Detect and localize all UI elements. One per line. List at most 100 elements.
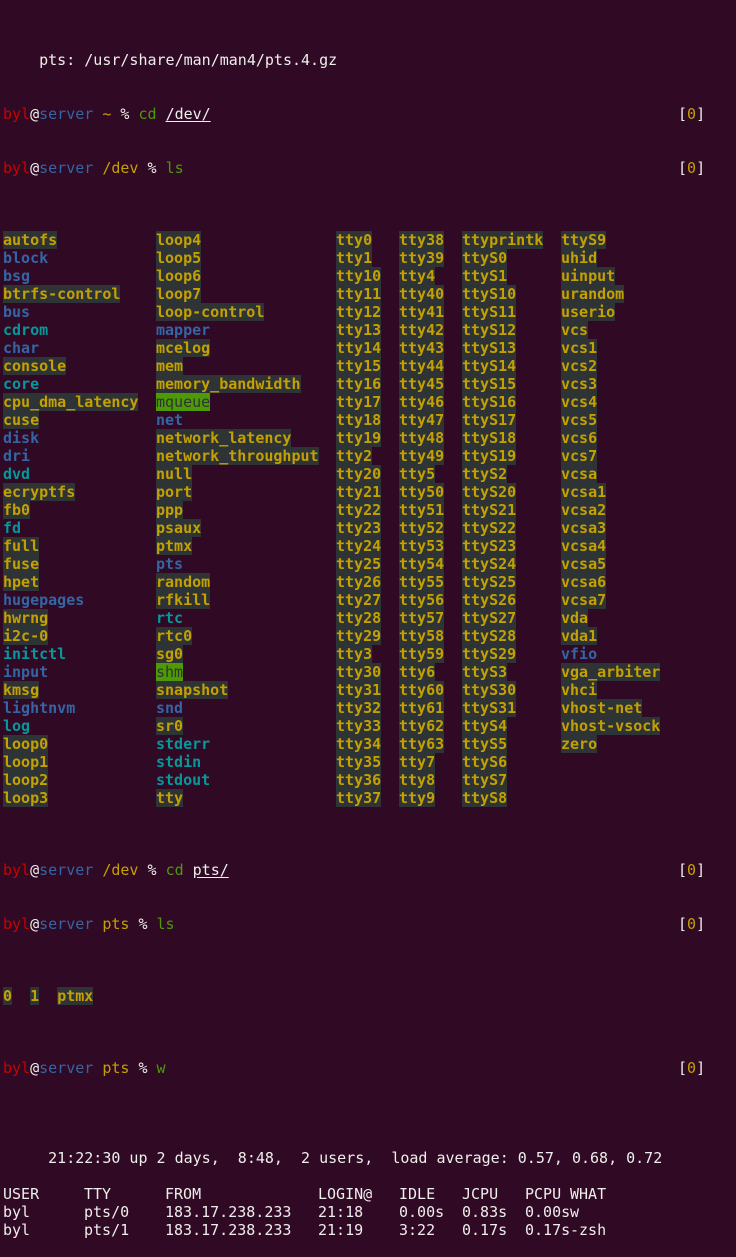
file-entry[interactable]: vcsa2 — [561, 501, 607, 519]
file-entry[interactable]: btrfs-control — [3, 285, 121, 303]
file-entry[interactable]: tty41 — [399, 303, 445, 321]
file-entry[interactable]: ttyS19 — [462, 447, 517, 465]
file-entry[interactable]: ttyS0 — [462, 249, 508, 267]
file-entry[interactable]: mapper — [156, 321, 210, 339]
file-entry[interactable]: loop3 — [3, 789, 49, 807]
file-entry[interactable]: tty57 — [399, 609, 445, 627]
file-entry[interactable]: tty14 — [336, 339, 382, 357]
file-entry[interactable]: ttyS1 — [462, 267, 508, 285]
file-entry[interactable]: ttyS12 — [462, 321, 517, 339]
file-entry[interactable]: uhid — [561, 249, 598, 267]
file-entry[interactable]: vhci — [561, 681, 598, 699]
file-entry[interactable]: pts — [156, 555, 183, 573]
file-entry[interactable]: snapshot — [156, 681, 229, 699]
file-entry[interactable]: ttyS2 — [462, 465, 508, 483]
file-entry[interactable]: hwrng — [3, 609, 49, 627]
file-entry[interactable]: ttyS16 — [462, 393, 517, 411]
file-entry[interactable]: sg0 — [156, 645, 184, 663]
file-entry[interactable]: ptmx — [57, 987, 94, 1005]
file-entry[interactable]: loop6 — [156, 267, 202, 285]
file-entry[interactable]: i2c-0 — [3, 627, 49, 645]
file-entry[interactable]: dvd — [3, 465, 30, 483]
file-entry[interactable]: tty24 — [336, 537, 382, 555]
file-entry[interactable]: tty37 — [336, 789, 382, 807]
file-entry[interactable]: loop1 — [3, 753, 49, 771]
file-entry[interactable]: vcs5 — [561, 411, 598, 429]
file-entry[interactable]: dri — [3, 447, 30, 465]
file-entry[interactable]: vcs7 — [561, 447, 598, 465]
file-entry[interactable]: tty16 — [336, 375, 382, 393]
file-entry[interactable]: ttyS24 — [462, 555, 517, 573]
file-entry[interactable]: fuse — [3, 555, 40, 573]
file-entry[interactable]: vcs — [561, 321, 589, 339]
file-entry[interactable]: tty55 — [399, 573, 445, 591]
file-entry[interactable]: vcsa — [561, 465, 598, 483]
file-entry[interactable]: tty33 — [336, 717, 382, 735]
file-entry[interactable]: tty20 — [336, 465, 382, 483]
file-entry[interactable]: ttyS20 — [462, 483, 517, 501]
file-entry[interactable]: tty38 — [399, 231, 445, 249]
file-entry[interactable]: ttyS14 — [462, 357, 517, 375]
file-entry[interactable]: ttyS8 — [462, 789, 508, 807]
file-entry[interactable]: tty12 — [336, 303, 382, 321]
file-entry[interactable]: ttyS23 — [462, 537, 517, 555]
file-entry[interactable]: tty3 — [336, 645, 373, 663]
file-entry[interactable]: vhost-net — [561, 699, 643, 717]
file-entry[interactable]: tty28 — [336, 609, 382, 627]
file-entry[interactable]: hugepages — [3, 591, 84, 609]
file-entry[interactable]: tty17 — [336, 393, 382, 411]
file-entry[interactable]: tty1 — [336, 249, 373, 267]
file-entry[interactable]: ppp — [156, 501, 184, 519]
file-entry[interactable]: ttyS7 — [462, 771, 508, 789]
file-entry[interactable]: tty30 — [336, 663, 382, 681]
file-entry[interactable]: cuse — [3, 411, 40, 429]
file-entry[interactable]: loop2 — [3, 771, 49, 789]
file-entry[interactable]: zero — [561, 735, 598, 753]
file-entry[interactable]: tty18 — [336, 411, 382, 429]
file-entry[interactable]: vcs4 — [561, 393, 598, 411]
terminal[interactable]: pts: /usr/share/man/man4/pts.4.gz byl@se… — [3, 0, 736, 1257]
file-entry[interactable]: mem — [156, 357, 184, 375]
file-entry[interactable]: 1 — [30, 987, 40, 1005]
file-entry[interactable]: ttyS10 — [462, 285, 517, 303]
file-entry[interactable]: ttyS9 — [561, 231, 607, 249]
file-entry[interactable]: ttyS6 — [462, 753, 508, 771]
file-entry[interactable]: ttyS4 — [462, 717, 508, 735]
file-entry[interactable]: char — [3, 339, 39, 357]
file-entry[interactable]: tty45 — [399, 375, 445, 393]
file-entry[interactable]: console — [3, 357, 67, 375]
file-entry[interactable]: log — [3, 717, 30, 735]
file-entry[interactable]: cdrom — [3, 321, 48, 339]
file-entry[interactable]: network_latency — [156, 429, 292, 447]
file-entry[interactable]: psaux — [156, 519, 202, 537]
file-entry[interactable]: network_throughput — [156, 447, 319, 465]
file-entry[interactable]: vcs3 — [561, 375, 598, 393]
file-entry[interactable]: port — [156, 483, 193, 501]
file-entry[interactable]: vcs1 — [561, 339, 598, 357]
file-entry[interactable]: tty43 — [399, 339, 445, 357]
file-entry[interactable]: tty29 — [336, 627, 382, 645]
file-entry[interactable]: userio — [561, 303, 616, 321]
file-entry[interactable]: autofs — [3, 231, 58, 249]
file-entry[interactable]: cpu_dma_latency — [3, 393, 139, 411]
file-entry[interactable]: vcsa6 — [561, 573, 607, 591]
file-entry[interactable]: shm — [156, 663, 184, 681]
file-entry[interactable]: tty35 — [336, 753, 382, 771]
file-entry[interactable]: core — [3, 375, 39, 393]
file-entry[interactable]: vcsa7 — [561, 591, 607, 609]
file-entry[interactable]: ttyS22 — [462, 519, 517, 537]
file-entry[interactable]: 0 — [3, 987, 13, 1005]
file-entry[interactable]: bsg — [3, 267, 30, 285]
file-entry[interactable]: vcsa5 — [561, 555, 607, 573]
file-entry[interactable]: hpet — [3, 573, 40, 591]
file-entry[interactable]: urandom — [561, 285, 625, 303]
file-entry[interactable]: tty31 — [336, 681, 382, 699]
file-entry[interactable]: loop7 — [156, 285, 202, 303]
file-entry[interactable]: tty — [156, 789, 184, 807]
file-entry[interactable]: tty25 — [336, 555, 382, 573]
file-entry[interactable]: vcs6 — [561, 429, 598, 447]
file-entry[interactable]: initctl — [3, 645, 66, 663]
file-entry[interactable]: ttyS31 — [462, 699, 517, 717]
file-entry[interactable]: null — [156, 465, 193, 483]
file-entry[interactable]: tty13 — [336, 321, 382, 339]
